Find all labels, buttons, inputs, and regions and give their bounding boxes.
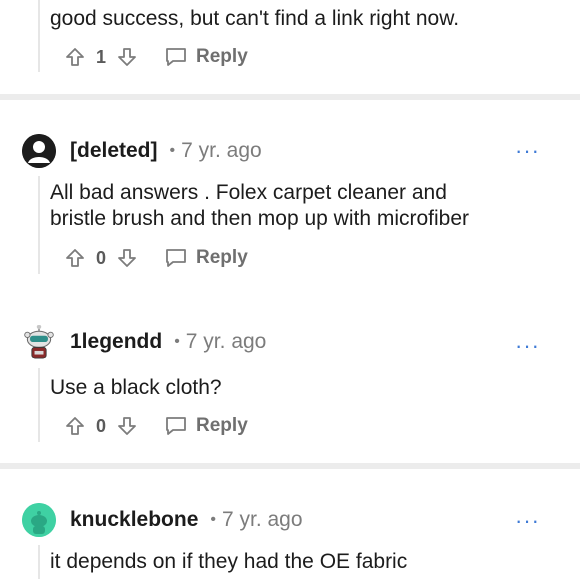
username[interactable]: 1legendd [70, 330, 162, 354]
comment-header: 1legendd • 7 yr. ago [22, 322, 266, 362]
timestamp: 7 yr. ago [185, 330, 267, 353]
vote-count: 1 [96, 46, 107, 67]
separator-dot: • [210, 511, 216, 528]
upvote-icon [66, 249, 84, 267]
reply-label: Reply [196, 46, 248, 67]
downvote-button[interactable] [116, 46, 138, 68]
reply-button[interactable]: Reply [164, 247, 248, 269]
separator-dot: • [174, 333, 180, 350]
downvote-button[interactable] [116, 415, 138, 437]
thread-line [38, 545, 40, 579]
thread-line [38, 176, 40, 274]
avatar[interactable] [22, 325, 56, 359]
comment-actions: 1 Reply [64, 42, 248, 72]
reply-icon [166, 48, 186, 66]
upvote-icon [66, 48, 84, 66]
separator-dot: • [169, 142, 176, 159]
vote-count: 0 [96, 415, 107, 436]
reply-label: Reply [196, 415, 248, 436]
username[interactable]: knucklebone [70, 508, 198, 532]
downvote-button[interactable] [116, 247, 138, 269]
more-options-button[interactable]: ··· [515, 333, 540, 359]
reply-icon [166, 417, 186, 435]
thread-line [38, 0, 40, 72]
comment-text: All bad answers . Folex carpet cleaner a… [50, 180, 469, 232]
avatar[interactable] [22, 503, 56, 537]
downvote-icon [118, 48, 136, 66]
comment-text: it depends on if they had the OE fabric [50, 549, 407, 575]
avatar-snoo-icon [22, 503, 56, 537]
comment-actions: 0 Reply [64, 243, 248, 273]
downvote-icon [118, 249, 136, 267]
comment-text-line: Use a black cloth? [50, 376, 222, 399]
upvote-button[interactable] [64, 415, 86, 437]
timestamp: 7 yr. ago [221, 508, 303, 531]
timestamp: 7 yr. ago [181, 139, 262, 162]
reply-label: Reply [196, 247, 248, 268]
downvote-icon [118, 417, 136, 435]
more-options-button[interactable]: ··· [515, 508, 540, 534]
comment-separator [0, 94, 580, 100]
username[interactable]: [deleted] [70, 139, 158, 163]
avatar-snoo-icon [24, 325, 54, 359]
comment-header: knucklebone • 7 yr. ago [22, 500, 303, 540]
comment-text-line: it depends on if they had the OE fabric [50, 550, 408, 573]
reply-button[interactable]: Reply [164, 415, 248, 437]
vote-count: 0 [96, 247, 107, 268]
reply-icon [166, 249, 186, 267]
avatar[interactable] [22, 134, 56, 168]
upvote-icon [66, 417, 84, 435]
comment-text: good success, but can't find a link righ… [50, 7, 460, 30]
comment-header: [deleted] • 7 yr. ago [22, 131, 262, 171]
comment-text-line: bristle brush and then mop up with micro… [50, 207, 470, 230]
reply-button[interactable]: Reply [164, 46, 248, 68]
thread-line [38, 368, 40, 442]
avatar-deleted-icon [22, 134, 56, 168]
upvote-button[interactable] [64, 46, 86, 68]
comment-actions: 0 Reply [64, 411, 248, 441]
more-options-button[interactable]: ··· [515, 138, 540, 164]
comment-separator [0, 463, 580, 469]
upvote-button[interactable] [64, 247, 86, 269]
comment-text: Use a black cloth? [50, 375, 222, 401]
comment-text-line: All bad answers . Folex carpet cleaner a… [50, 181, 447, 204]
